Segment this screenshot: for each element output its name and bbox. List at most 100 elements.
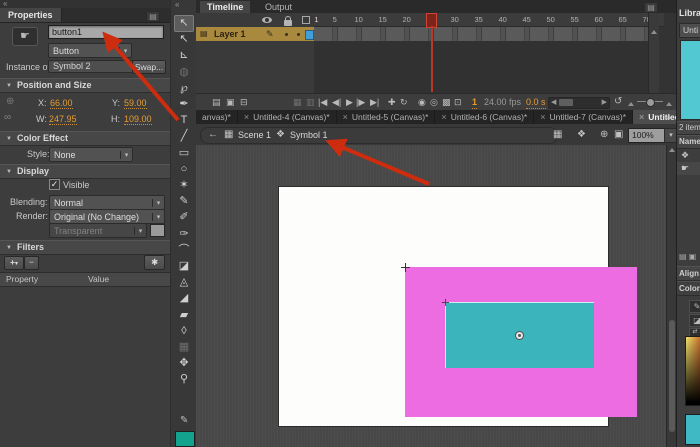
edit-scene-icon[interactable]: ▦ [553,128,562,141]
close-tab-icon[interactable]: × [244,110,249,124]
line-tool[interactable]: ╱ [175,129,193,144]
current-frame-indicator[interactable]: 1 [472,96,477,109]
align-panel-header[interactable]: Align [677,266,700,281]
pencil-tool[interactable]: ✎ [175,194,193,209]
selection-tool[interactable]: ↖ [174,15,194,32]
center-stage-icon[interactable]: ⊕ [600,128,608,141]
visible-checkbox[interactable]: ✓ [49,179,60,190]
brush-tool[interactable]: ✐ [175,210,193,225]
zoom-tool[interactable]: ⚲ [175,372,193,387]
document-tab-untitled-5-canvas-[interactable]: ×Untitled-5 (Canvas)* [337,110,436,124]
layer-row-layer1[interactable]: ▤ Layer 1 ✎ [196,27,314,41]
reset-timeline-zoom-button[interactable]: ↺ [614,96,622,108]
scrollbar-thumb[interactable] [669,320,675,432]
w-value[interactable]: 247.95 [49,114,77,125]
section-filters[interactable]: ▼Filters [0,240,170,255]
layer-outline-color-square[interactable] [305,30,314,40]
add-filter-button[interactable]: +▾ [4,256,24,270]
filter-options-gear-icon[interactable]: ✱ [144,255,165,270]
show-hide-all-layers-eye-icon[interactable] [262,17,272,23]
play-button[interactable]: ▶ [346,96,353,108]
close-tab-icon[interactable]: × [540,110,545,124]
subselection-tool[interactable]: ↖ [175,32,193,47]
text-tool[interactable]: T [175,113,193,128]
y-value[interactable]: 59.00 [124,98,147,109]
layer-lock-dot[interactable] [297,33,300,36]
new-folder-icon[interactable]: ▣ [689,252,697,261]
slider-thumb[interactable] [646,98,655,107]
layer-name[interactable]: Layer 1 [214,27,246,41]
breadcrumb-scene[interactable]: Scene 1 [238,130,271,140]
playhead-line[interactable] [431,26,433,92]
collapse-tools-icon[interactable]: « [175,0,179,9]
timeline-frames-row[interactable] [314,27,648,41]
eraser-tool[interactable]: ▰ [175,308,193,323]
new-folder-button[interactable]: ▣ [226,96,235,108]
step-back-button[interactable]: ◀| [332,96,341,108]
close-tab-icon[interactable]: × [441,110,446,124]
scroll-right-icon[interactable]: ▶ [602,99,607,107]
instance-name-input[interactable]: button1 [48,25,164,39]
remove-filter-button[interactable]: − [24,256,39,270]
loop-button[interactable]: ↻ [400,96,408,108]
center-frame-button[interactable]: ✚ [388,96,396,108]
close-tab-icon[interactable]: × [343,110,348,124]
collapse-panel-icon[interactable]: « [3,0,7,8]
timeline-scrollbar[interactable] [648,13,659,93]
library-name-column-header[interactable]: Name [677,135,700,149]
go-to-first-frame-button[interactable]: |◀ [318,96,327,108]
back-icon[interactable]: ← [208,128,218,141]
link-width-height-icon[interactable]: ∞ [4,112,11,123]
hand-tool[interactable]: ✥ [175,356,193,371]
breadcrumb-symbol[interactable]: Symbol 1 [290,130,328,140]
fill-color-control[interactable]: ◪ [689,314,700,327]
scroll-up-icon[interactable] [651,30,657,34]
symbol-type-dropdown[interactable]: Button ▾ [48,43,132,58]
edit-symbols-icon[interactable]: ❖ [577,128,586,141]
library-document-select[interactable]: Unti [679,23,700,38]
timeline-panel-menu-icon[interactable]: ▤ [644,2,658,13]
eyedropper-tool[interactable]: ◢ [175,291,193,306]
free-transform-tool[interactable]: ⊾ [175,48,193,63]
swap-button[interactable]: Swap... [132,60,166,74]
zoom-level-select[interactable]: 100% [628,128,667,143]
blending-dropdown[interactable]: Normal ▾ [49,195,165,210]
stage[interactable] [279,187,608,426]
render-dropdown[interactable]: Original (No Change) ▾ [49,209,165,224]
ink-bottle-tool[interactable]: ◬ [175,275,193,290]
tab-timeline[interactable]: Timeline [200,1,250,13]
library-item-symbol[interactable]: ❖ [677,149,700,162]
document-tab-untitled-7-canvas-[interactable]: ×Untitled-7 (Canvas)* [534,110,633,124]
camera-toggle-icon[interactable]: ▦ [293,96,302,108]
go-to-last-frame-button[interactable]: ▶| [370,96,379,108]
width-tool[interactable]: ◊ [175,324,193,339]
new-layer-button[interactable]: ▤ [212,96,221,108]
fill-color-swatch[interactable] [175,431,195,447]
timeline-ruler[interactable]: 1510152025303540455055606570 [314,13,664,27]
library-item-button[interactable]: ☛ [677,162,700,175]
document-tab-anvas-[interactable]: anvas)* [196,110,238,124]
lasso-tool[interactable]: ℘ [175,81,193,96]
tab-output[interactable]: Output [258,1,299,13]
timeline-horizontal-scrollbar[interactable]: ◀ ▶ [548,97,610,109]
tab-properties[interactable]: Properties [0,8,62,22]
section-position-and-size[interactable]: ▼Position and Size [0,78,170,93]
frame-rate-indicator[interactable]: 24.00 fps [484,96,521,108]
document-tab-untitled-4-canvas-[interactable]: ×Untitled-4 (Canvas)* [238,110,337,124]
paint-bucket-tool[interactable]: ◪ [175,259,193,274]
style-dropdown[interactable]: None ▾ [49,147,133,162]
document-tab-untitled-6-canvas-[interactable]: ×Untitled-6 (Canvas)* [435,110,534,124]
scrollbar-thumb[interactable] [559,99,573,106]
polystar-tool[interactable]: ✶ [175,178,193,193]
oval-tool[interactable]: ○ [175,162,193,177]
close-tab-icon[interactable]: × [639,110,644,124]
lock-all-layers-icon[interactable] [284,20,292,26]
tab-overflow-icon[interactable]: » [666,112,670,122]
stroke-color-icon[interactable]: ✎ [180,415,188,426]
scroll-left-icon[interactable]: ◀ [551,99,556,107]
paint-brush-tool[interactable]: ✑ [175,227,193,242]
new-symbol-icon[interactable]: ▤ [679,252,687,261]
layer-depth-icon[interactable]: ▥ [306,96,315,108]
onion-skin-button[interactable]: ◉ [418,96,426,108]
layer-visibility-dot[interactable] [285,33,288,36]
